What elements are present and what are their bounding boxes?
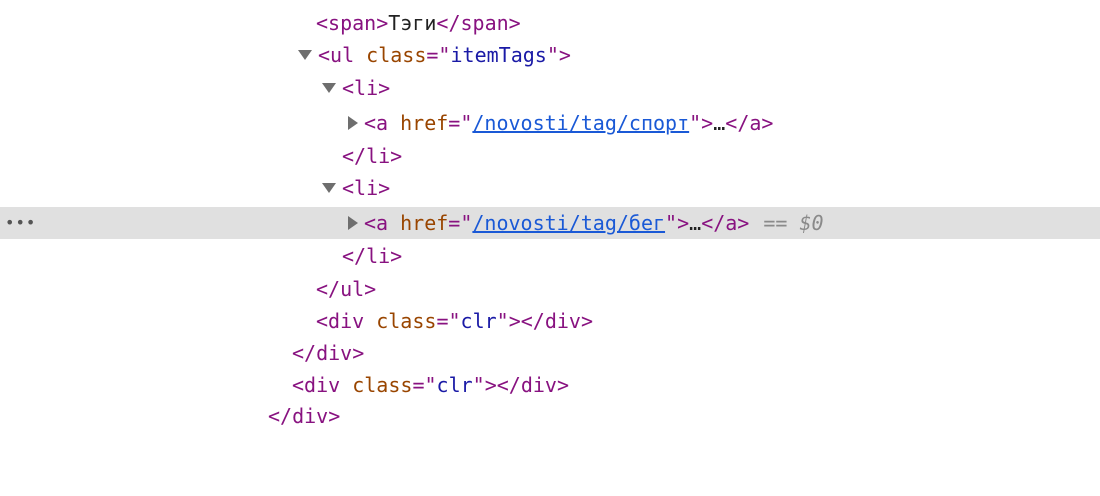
attribute-name: class bbox=[376, 309, 437, 333]
attribute-name: href bbox=[400, 211, 449, 235]
tag-open-end: "> bbox=[546, 43, 571, 67]
tag-open: <li> bbox=[342, 176, 391, 200]
triangle-right-icon[interactable] bbox=[348, 216, 358, 230]
dom-node-li-close[interactable]: </li> bbox=[0, 140, 1100, 172]
tag-open: <a bbox=[364, 111, 401, 135]
attribute-equals: =" bbox=[412, 373, 437, 397]
attribute-name: class bbox=[352, 373, 413, 397]
dom-node-a-sport[interactable]: <a href ="/novosti/tag/спорт ">… </a> bbox=[0, 107, 1100, 139]
dom-node-ul-close[interactable]: </ul> bbox=[0, 273, 1100, 305]
attribute-name: class bbox=[366, 43, 427, 67]
tag-close: </li> bbox=[342, 244, 403, 268]
elements-tree: <span> Тэги </span> <ul class =" itemTags "> … bbox=[0, 0, 1100, 432]
tag-close: </div> bbox=[268, 404, 341, 428]
collapsed-content-ellipsis[interactable]: … bbox=[713, 107, 725, 139]
attribute-equals: =" bbox=[448, 111, 473, 135]
href-link[interactable]: /novosti/tag/бег bbox=[472, 207, 665, 239]
dom-node-span-tags[interactable]: <span> Тэги </span> bbox=[0, 7, 1100, 39]
triangle-down-icon[interactable] bbox=[322, 83, 336, 93]
tag-open-end: "> bbox=[472, 373, 497, 397]
attribute-equals: =" bbox=[436, 309, 461, 333]
attribute-value: clr bbox=[436, 373, 473, 397]
tag-close: </div> bbox=[292, 341, 365, 365]
attribute-value: clr bbox=[460, 309, 497, 333]
tag-open: <a bbox=[364, 211, 401, 235]
dom-node-li[interactable]: <li> bbox=[0, 72, 1100, 104]
selected-node-marker: == $0 bbox=[763, 211, 824, 235]
triangle-right-icon[interactable] bbox=[348, 116, 358, 130]
attribute-value: itemTags bbox=[450, 43, 547, 67]
tag-open-end: "> bbox=[665, 211, 690, 235]
tag-close: </div> bbox=[520, 309, 593, 333]
dom-node-div-close[interactable]: </div> bbox=[0, 400, 1100, 432]
tag-open: <div bbox=[292, 373, 353, 397]
dom-node-li-close[interactable]: </li> bbox=[0, 240, 1100, 272]
tag-open: <span> bbox=[316, 11, 389, 35]
tag-close: </a> bbox=[701, 211, 750, 235]
tag-open: <div bbox=[316, 309, 377, 333]
attribute-equals: =" bbox=[448, 211, 473, 235]
dom-node-div-clr[interactable]: <div class =" clr "> </div> bbox=[0, 369, 1100, 401]
dom-node-li[interactable]: <li> bbox=[0, 172, 1100, 204]
dom-node-a-beg-selected[interactable]: ••• <a href ="/novosti/tag/бег ">… </a> == $… bbox=[0, 207, 1100, 239]
tag-close: </ul> bbox=[316, 277, 377, 301]
attribute-name: href bbox=[400, 111, 449, 135]
tag-open-end: "> bbox=[496, 309, 521, 333]
triangle-down-icon[interactable] bbox=[298, 50, 312, 60]
tag-close: </span> bbox=[436, 11, 521, 35]
more-dots-icon[interactable]: ••• bbox=[5, 207, 36, 239]
attribute-equals: =" bbox=[426, 43, 451, 67]
dom-node-ul-itemtags[interactable]: <ul class =" itemTags "> bbox=[0, 39, 1100, 71]
tag-open-end: "> bbox=[689, 111, 714, 135]
tag-open: <ul bbox=[318, 43, 367, 67]
tag-close: </div> bbox=[496, 373, 569, 397]
href-link[interactable]: /novosti/tag/спорт bbox=[472, 107, 689, 139]
tag-close: </li> bbox=[342, 144, 403, 168]
collapsed-content-ellipsis[interactable]: … bbox=[689, 207, 701, 239]
text-node: Тэги bbox=[388, 11, 437, 35]
dom-node-div-clr[interactable]: <div class =" clr "> </div> bbox=[0, 305, 1100, 337]
tag-close: </a> bbox=[725, 111, 774, 135]
dom-node-div-close[interactable]: </div> bbox=[0, 337, 1100, 369]
tag-open: <li> bbox=[342, 76, 391, 100]
triangle-down-icon[interactable] bbox=[322, 183, 336, 193]
